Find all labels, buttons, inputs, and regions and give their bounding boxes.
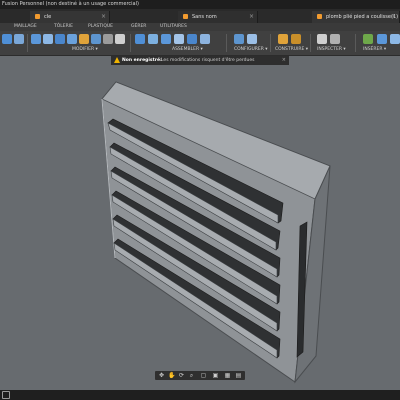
new-component-icon[interactable] [135,34,145,44]
document-tab-bar: cle × Sans nom × plomb plié pied a couli… [0,9,400,23]
measure-icon[interactable] [317,34,327,44]
close-icon[interactable]: × [282,56,286,65]
chamfer-icon[interactable] [55,34,65,44]
document-icon [35,14,40,19]
title-bar: Fusion Personnel (non destiné à un usage… [0,0,400,9]
unsaved-notice: Non enregistré: Les modifications risque… [111,56,289,65]
fit-icon[interactable]: ▢ [200,372,207,379]
toolbar: MODIFIER ▾ ASSEMBLER ▾ CONFIGURER ▾ CONS… [0,31,400,56]
notice-heading: Non enregistré: [122,58,162,63]
navigation-bar: ✥ ✋ ⟳ ⌕ ▢ ▣ ▦ ▤ [155,371,245,380]
offset-plane-icon[interactable] [278,34,288,44]
tab-tolerie[interactable]: TÔLERIE [54,23,73,31]
divider [27,34,28,52]
divider [310,34,311,52]
tab-utilitaires[interactable]: UTILITAIRES [160,23,187,31]
press-pull-icon[interactable] [31,34,41,44]
warning-icon [114,57,120,63]
zoom-icon[interactable]: ⌕ [188,372,195,379]
scale-icon[interactable] [91,34,101,44]
status-bar [0,390,400,400]
move-icon[interactable]: ✥ [158,372,165,379]
assembler-menu[interactable]: ASSEMBLER ▾ [172,46,203,54]
joint-icon[interactable] [148,34,158,44]
viewport[interactable] [0,56,400,390]
tab-sans-nom[interactable]: Sans nom × [178,11,258,23]
tab-maillage[interactable]: MAILLAGE [14,23,37,31]
close-icon[interactable]: × [101,11,106,23]
tool-icon[interactable] [2,34,12,44]
grid-icon[interactable]: ▦ [224,372,231,379]
rigid-group-icon[interactable] [187,34,197,44]
shell-icon[interactable] [67,34,77,44]
tab-cle[interactable]: cle × [30,11,110,23]
notice-message: Les modifications risquent d'être perdue… [161,58,255,63]
display-icon[interactable]: ▣ [212,372,219,379]
document-icon [317,14,322,19]
vent-grille-model[interactable] [0,56,400,390]
divider [130,34,131,52]
inspecter-menu[interactable]: INSPECTER ▾ [317,46,346,54]
document-icon [183,14,188,19]
parameters-icon[interactable] [247,34,257,44]
tab-label: plomb plié pied a coulisse(1) [326,14,399,20]
divider [226,34,227,52]
tab-plomb[interactable]: plomb plié pied a coulisse(1) × [312,11,400,23]
inserer-menu[interactable]: INSÉRER ▾ [363,46,386,54]
tool-icon[interactable] [14,34,24,44]
joint-origin-icon[interactable] [174,34,184,44]
pan-icon[interactable]: ✋ [168,372,175,379]
combine-icon[interactable] [79,34,89,44]
fillet-icon[interactable] [43,34,53,44]
app-title: Fusion Personnel (non destiné à un usage… [2,1,139,7]
tab-label: Sans nom [192,14,217,20]
insert-mesh-icon[interactable] [377,34,387,44]
move-icon[interactable] [115,34,125,44]
section-analysis-icon[interactable] [330,34,340,44]
configurer-menu[interactable]: CONFIGURER ▾ [234,46,268,54]
tab-label: cle [44,14,52,20]
tab-gerer[interactable]: GÉRER [131,23,146,31]
workspace-tabs: MAILLAGE TÔLERIE PLASTIQUE GÉRER UTILITA… [0,23,400,31]
close-icon[interactable]: × [391,11,396,23]
viewports-icon[interactable]: ▤ [235,372,242,379]
divider [355,34,356,52]
tab-plastique[interactable]: PLASTIQUE [88,23,113,31]
insert-svg-icon[interactable] [390,34,400,44]
close-icon[interactable]: × [249,11,254,23]
divider [270,34,271,52]
delete-icon[interactable] [103,34,113,44]
insert-image-icon[interactable] [363,34,373,44]
construire-menu[interactable]: CONSTRUIRE ▾ [275,46,308,54]
configure-icon[interactable] [234,34,244,44]
as-built-joint-icon[interactable] [161,34,171,44]
drive-joints-icon[interactable] [200,34,210,44]
orbit-icon[interactable]: ⟳ [178,372,185,379]
axis-icon[interactable] [291,34,301,44]
home-icon[interactable] [2,391,10,399]
modifier-menu[interactable]: MODIFIER ▾ [72,46,98,54]
